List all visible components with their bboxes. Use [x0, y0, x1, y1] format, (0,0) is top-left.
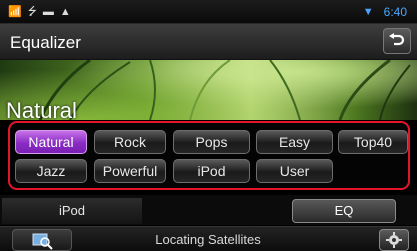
- preset-button-ipod[interactable]: iPod: [173, 159, 250, 183]
- preset-button-easy[interactable]: Easy: [256, 130, 333, 154]
- status-right: ▼ 6:40: [363, 5, 407, 19]
- signal-icon: 📶: [8, 6, 22, 18]
- footer-bar: Locating Satellites: [0, 226, 417, 251]
- gps-status-text: Locating Satellites: [155, 232, 261, 247]
- preset-panel: Natural Rock Pops Easy Top40 Jazz Powerf…: [8, 121, 410, 190]
- source-bar: iPod EQ: [0, 195, 417, 225]
- status-bar: 📶 ⭍ ▬ ▲ ▼ 6:40: [0, 0, 417, 24]
- preset-button-natural[interactable]: Natural: [15, 130, 87, 154]
- eq-button[interactable]: EQ: [292, 199, 396, 223]
- preset-button-top40[interactable]: Top40: [338, 130, 408, 154]
- usb-icon: ⭍: [27, 6, 37, 18]
- page-title: Equalizer: [10, 33, 81, 52]
- current-preset-label: Natural: [6, 98, 77, 120]
- map-search-icon: [32, 233, 53, 250]
- status-icons: 📶 ⭍ ▬ ▲: [8, 5, 71, 19]
- preset-button-rock[interactable]: Rock: [94, 130, 166, 154]
- eq-banner: Natural: [0, 60, 417, 120]
- title-bar: Equalizer: [0, 24, 417, 60]
- tab-ipod[interactable]: iPod: [2, 198, 142, 224]
- setup-button[interactable]: [379, 229, 409, 251]
- warning-icon: ▲: [59, 6, 71, 18]
- preset-button-user[interactable]: User: [256, 159, 333, 183]
- back-button[interactable]: [383, 28, 411, 54]
- preset-button-powerful[interactable]: Powerful: [94, 159, 166, 183]
- gear-icon: [386, 232, 402, 248]
- clock: 6:40: [383, 5, 407, 19]
- back-arrow-icon: [389, 33, 405, 46]
- wifi-icon: ▼: [362, 6, 374, 18]
- preset-button-jazz[interactable]: Jazz: [15, 159, 87, 183]
- battery-icon: ▬: [42, 6, 54, 18]
- nav-button[interactable]: [12, 229, 72, 251]
- preset-button-pops[interactable]: Pops: [173, 130, 250, 154]
